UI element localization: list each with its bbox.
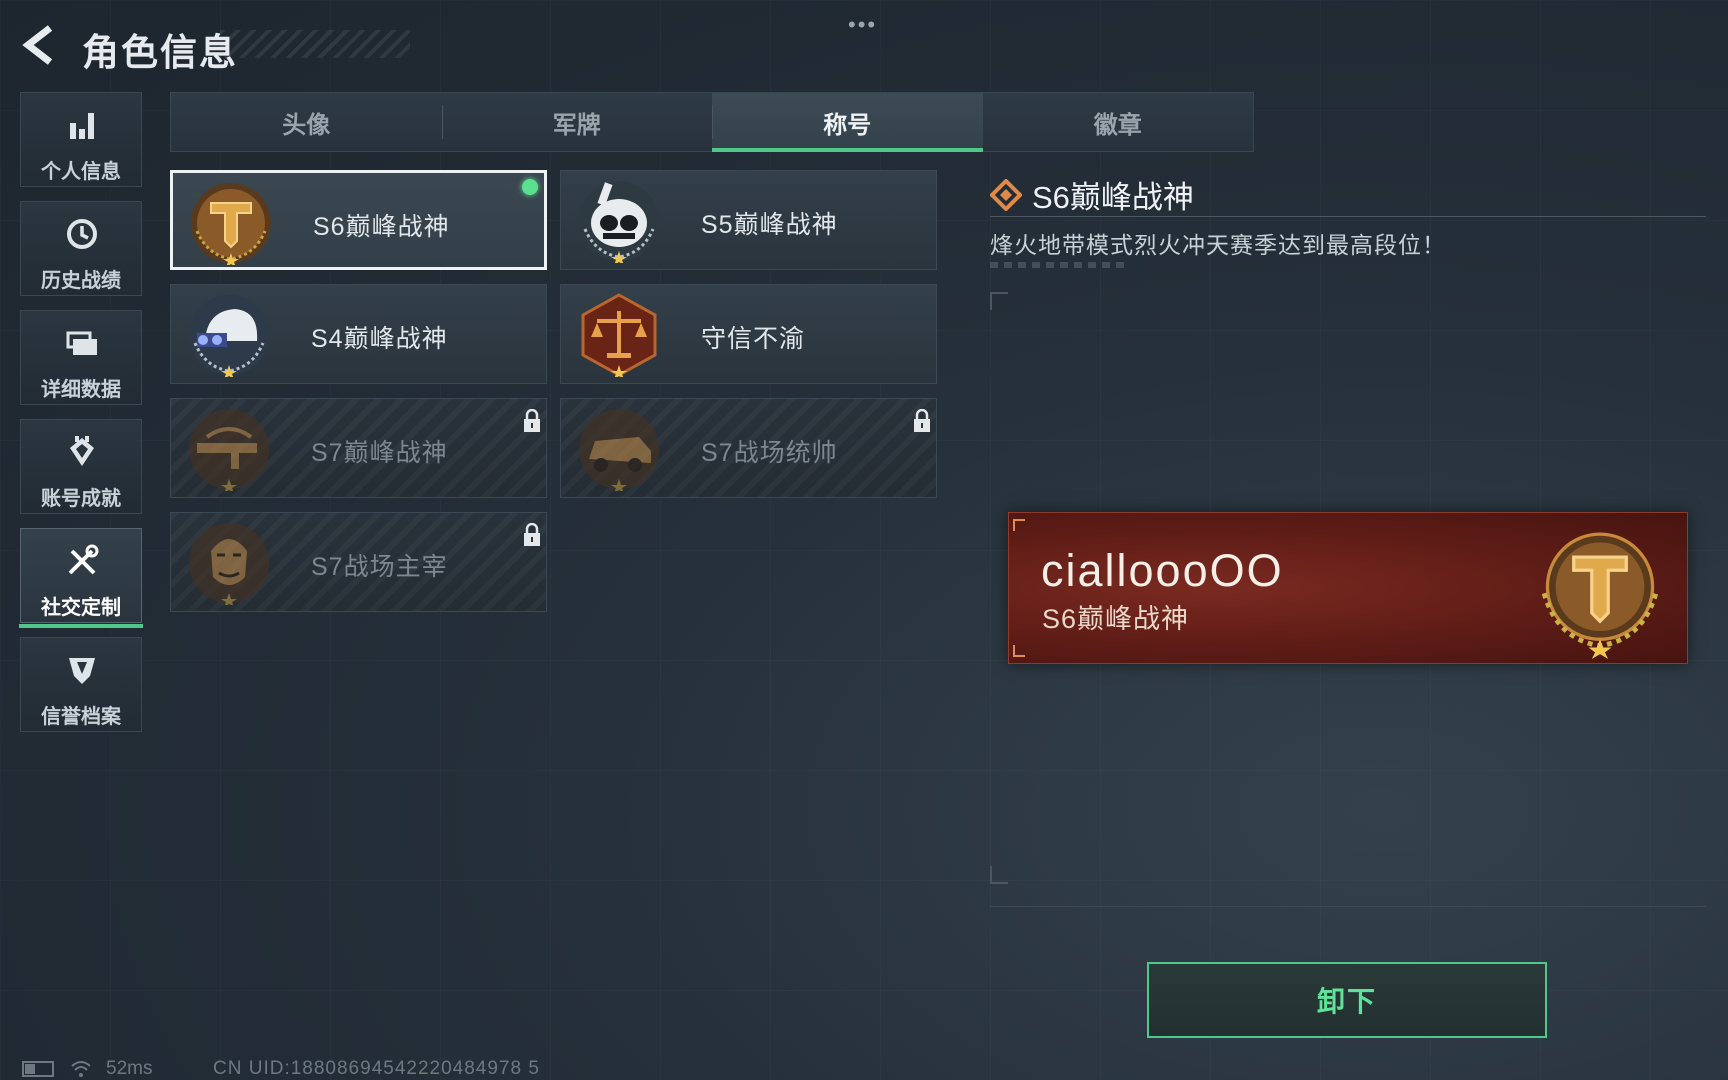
title-card[interactable]: S5巅峰战神	[560, 170, 937, 270]
title-name: S7巅峰战神	[311, 439, 448, 467]
title-card[interactable]: S7战场主宰	[170, 512, 547, 612]
rifle-emblem-icon	[189, 409, 269, 491]
sidebar-item-social-custom[interactable]: 社交定制	[19, 528, 143, 628]
more-options-icon[interactable]: •••	[848, 12, 877, 38]
shield-icon	[69, 658, 95, 684]
sidebar-item-label: 历史战绩	[41, 270, 121, 292]
tools-icon	[68, 544, 99, 575]
player-name: cialloooOO	[1041, 545, 1284, 596]
frame-corner	[1013, 519, 1025, 531]
clock-history-icon	[67, 219, 97, 249]
sidebar-item-detailed-data[interactable]: 详细数据	[20, 310, 142, 405]
golden-t-emblem-icon	[191, 183, 271, 265]
scales-emblem-icon	[581, 293, 657, 377]
equipped-indicator	[522, 179, 538, 195]
bar-chart-icon	[70, 113, 94, 139]
achievement-icon	[70, 436, 94, 466]
wifi-icon	[71, 1061, 91, 1077]
title-name: S4巅峰战神	[311, 325, 448, 353]
title-name: S5巅峰战神	[701, 211, 838, 239]
lock-icon	[524, 409, 540, 432]
detail-description: 烽火地带模式烈火冲天赛季达到最高段位！	[990, 232, 1446, 258]
lock-icon	[914, 409, 930, 432]
sidebar-item-personal-info[interactable]: 个人信息	[20, 92, 142, 187]
user-uid: CN UID:18808694542220484978 5	[213, 1058, 540, 1079]
status-bar: 52ms	[22, 1058, 152, 1080]
divider	[990, 216, 1706, 217]
sidebar-item-achievements[interactable]: 账号成就	[20, 419, 142, 514]
title-card[interactable]: S7战场统帅	[560, 398, 937, 498]
sidebar-item-label: 信誉档案	[41, 706, 121, 728]
detail-decoration	[990, 262, 1125, 268]
frame-corner	[990, 292, 1008, 310]
title-card[interactable]: S7巅峰战神	[170, 398, 547, 498]
sidebar: 个人信息 历史战绩 详细数据 账号成就 社交定制 信誉档案	[19, 92, 144, 746]
nameplate-preview: cialloooOO S6巅峰战神	[1008, 512, 1688, 664]
sidebar-item-credit-record[interactable]: 信誉档案	[20, 637, 142, 732]
lock-icon	[524, 523, 540, 546]
page-title: 角色信息	[82, 32, 238, 73]
nvg-helmet-emblem-icon	[189, 295, 269, 377]
folder-icon	[66, 331, 97, 355]
tab-avatar[interactable]: 头像	[171, 93, 442, 151]
tab-dog-tag[interactable]: 军牌	[441, 93, 713, 151]
unequip-button-label: 卸下	[1316, 986, 1377, 1017]
divider	[990, 906, 1706, 907]
sidebar-item-label: 个人信息	[41, 161, 121, 183]
sidebar-item-label: 详细数据	[41, 379, 121, 401]
tab-badge[interactable]: 徽章	[983, 93, 1254, 151]
tab-bar: 头像 军牌 称号 徽章	[170, 92, 1254, 152]
title-decoration	[220, 30, 410, 58]
armored-vehicle-emblem-icon	[579, 409, 659, 491]
unequip-button[interactable]: 卸下	[1147, 962, 1547, 1038]
ping-value: 52ms	[106, 1058, 153, 1079]
battery-icon	[22, 1061, 54, 1077]
title-name: S7战场主宰	[311, 553, 448, 581]
title-card[interactable]: 守信不渝	[560, 284, 937, 384]
title-name: 守信不渝	[701, 325, 806, 353]
sidebar-item-label: 社交定制	[41, 597, 121, 619]
frame-corner	[990, 866, 1008, 884]
detail-title: S6巅峰战神	[1032, 180, 1194, 215]
title-name: S7战场统帅	[701, 439, 838, 467]
title-card[interactable]: S4巅峰战神	[170, 284, 547, 384]
detail-header: S6巅峰战神	[990, 172, 1194, 217]
player-title: S6巅峰战神	[1042, 604, 1190, 634]
sidebar-item-history[interactable]: 历史战绩	[20, 201, 142, 296]
skull-helmet-emblem-icon	[579, 181, 659, 263]
back-arrow-icon[interactable]	[20, 24, 62, 66]
frame-corner	[1013, 645, 1025, 657]
golden-t-emblem-icon	[1541, 532, 1659, 659]
soldier-portrait-emblem-icon	[189, 523, 269, 605]
title-card[interactable]: S6巅峰战神	[170, 170, 547, 270]
sidebar-item-label: 账号成就	[41, 488, 121, 510]
title-name: S6巅峰战神	[313, 213, 450, 241]
tab-title[interactable]: 称号	[712, 93, 983, 152]
diamond-icon	[990, 178, 1022, 211]
